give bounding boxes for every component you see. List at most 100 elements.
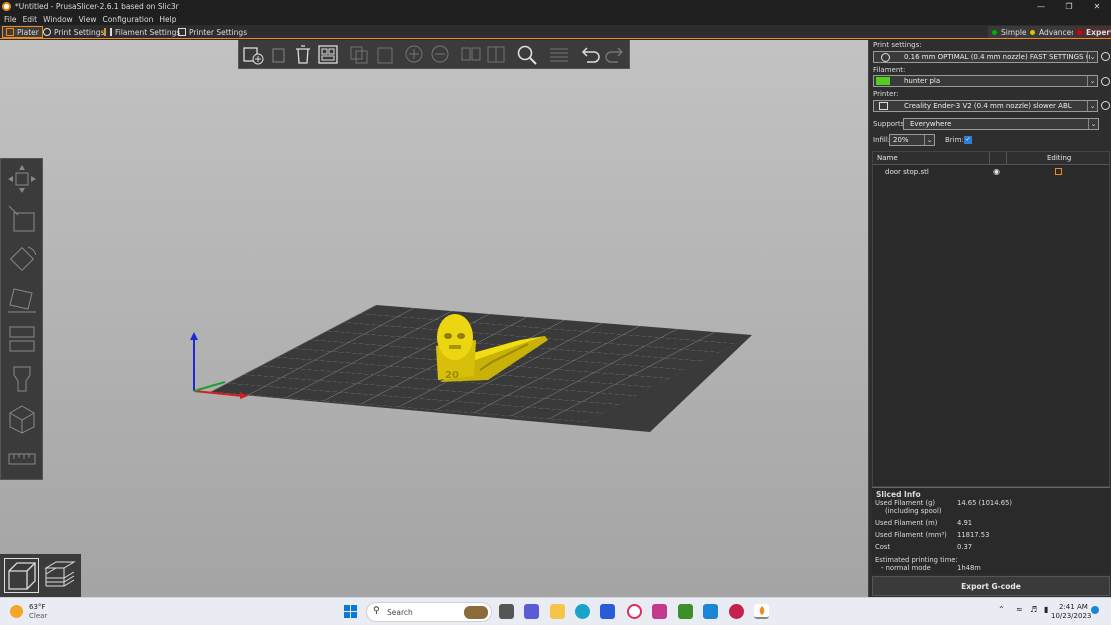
column-editing[interactable]: Editing [1047,154,1071,162]
windows-start-icon[interactable] [343,604,358,619]
3d-view-icon[interactable] [4,558,39,593]
add-button[interactable] [241,43,265,65]
filament-gear-icon[interactable] [1101,77,1110,86]
menu-edit[interactable]: Edit [23,15,38,24]
maximize-button[interactable]: ❐ [1055,0,1083,13]
minimize-button[interactable]: — [1027,0,1055,13]
eye-icon[interactable]: ◉ [993,167,1000,176]
place-on-face-icon[interactable] [6,283,38,315]
filament-color-swatch[interactable] [876,77,890,85]
clock-time[interactable]: 2:41 AM [1059,603,1088,611]
export-gcode-button[interactable]: Export G-code [872,576,1110,596]
print-settings-gear-icon[interactable] [1101,52,1110,61]
split-objects-button[interactable] [459,43,483,65]
microsoft-store-icon[interactable] [600,604,615,619]
split-parts-button[interactable] [484,43,508,65]
close-button[interactable]: ✕ [1083,0,1111,13]
printer-gear-icon[interactable] [1101,101,1110,110]
menu-view[interactable]: View [79,15,97,24]
tab-filament-settings[interactable]: Filament Settings [101,26,183,38]
3d-viewport[interactable]: 20 [0,40,868,597]
mode-expert-button[interactable]: Expert [1073,26,1111,38]
prusaslicer-taskbar-icon[interactable] [754,604,769,619]
undo-button[interactable] [578,43,602,65]
raspberry-pi-icon[interactable] [729,604,744,619]
supports-combo[interactable]: Everywhere ⌄ [903,118,1099,130]
chevron-down-icon: ⌄ [924,135,934,145]
mode-advanced-label: Advanced [1039,27,1077,37]
battery-icon[interactable]: ▮ [1044,605,1048,614]
object-list: Name Editing door stop.stl ◉ [872,151,1110,487]
tab-print-settings[interactable]: Print Settings [40,26,107,38]
edit-icon[interactable] [1055,168,1062,175]
printer-label: Printer: [873,90,899,98]
prusaslicer-window: *Untitled - PrusaSlicer-2.6.1 based on S… [0,0,1111,625]
weather-moon-icon[interactable] [10,605,23,618]
printer-combo[interactable]: Creality Ender-3 V2 (0.4 mm nozzle) slow… [873,100,1098,112]
document-app-icon[interactable] [703,604,718,619]
filament-combo[interactable]: hunter pla ⌄ [873,75,1098,87]
edge-icon[interactable] [575,604,590,619]
layers-editing-button[interactable] [547,43,571,65]
settings-sidebar: Print settings: 0.16 mm OPTIMAL (0.4 mm … [868,40,1111,597]
tab-printer-settings[interactable]: Printer Settings [175,26,250,38]
taskbar-search-placeholder: Search [387,608,413,617]
menu-help[interactable]: Help [159,15,176,24]
object-row[interactable]: door stop.stl ◉ [873,166,1109,178]
seam-painting-icon[interactable] [6,403,38,435]
photos-icon[interactable] [652,604,667,619]
printer-icon [178,28,186,36]
measure-icon[interactable] [6,443,38,475]
file-explorer-icon[interactable] [550,604,565,619]
view-switcher [0,554,81,597]
move-icon[interactable] [6,163,38,195]
print-profile-icon [881,53,890,62]
print-time-value: 1h48m [957,564,981,572]
volume-icon[interactable]: ♬ [1030,605,1037,614]
minecraft-icon[interactable] [678,604,693,619]
brim-checkbox[interactable]: ✓ [964,136,972,144]
mode-expert-label: Expert [1086,27,1111,37]
delete-all-button[interactable] [291,43,315,65]
rotate-icon[interactable] [6,243,38,275]
mode-simple-label: Simple [1001,27,1027,37]
redo-button[interactable] [603,43,627,65]
notifications-icon[interactable] [1091,606,1099,614]
weather-desc[interactable]: Clear [29,612,47,620]
remove-instance-button[interactable] [428,43,452,65]
clock-date[interactable]: 10/23/2023 [1051,612,1091,620]
object-list-header: Name Editing [873,152,1109,165]
print-settings-combo[interactable]: 0.16 mm OPTIMAL (0.4 mm nozzle) FAST SET… [873,51,1098,63]
search-icon: ⚲ [373,606,380,616]
chat-icon[interactable] [524,604,539,619]
column-name[interactable]: Name [877,154,898,162]
chevron-up-icon[interactable]: ⌃ [998,605,1005,614]
tab-plater[interactable]: Plater [2,26,43,38]
chevron-down-icon: ⌄ [1087,76,1097,86]
task-view-icon[interactable] [499,604,514,619]
cut-icon[interactable] [6,323,38,355]
delete-button[interactable] [267,43,291,65]
arrange-button[interactable] [316,43,340,65]
tab-print-settings-label: Print Settings [54,27,105,37]
search-highlight-icon [464,606,488,619]
copy-button[interactable] [347,43,371,65]
weather-temp[interactable]: 63°F [29,603,45,611]
support-painting-icon[interactable] [6,363,38,395]
mode-advanced-button[interactable]: Advanced [1026,26,1081,38]
paste-button[interactable] [373,43,397,65]
search-icon[interactable] [515,43,539,65]
preview-layers-icon[interactable] [42,558,77,593]
infill-combo[interactable]: 20% ⌄ [889,134,935,146]
supports-label: Supports: [873,120,907,128]
opera-icon[interactable] [627,604,642,619]
scale-icon[interactable] [6,203,38,235]
menu-configuration[interactable]: Configuration [102,15,153,24]
mode-simple-button[interactable]: Simple [988,26,1031,38]
add-instance-button[interactable] [402,43,426,65]
wifi-icon[interactable]: ≈ [1016,605,1023,614]
sliced-info-panel: Sliced Info Used Filament (g) (including… [872,487,1110,574]
menu-file[interactable]: File [4,15,17,24]
menu-window[interactable]: Window [43,15,73,24]
taskbar-search[interactable]: ⚲ Search [366,602,492,622]
